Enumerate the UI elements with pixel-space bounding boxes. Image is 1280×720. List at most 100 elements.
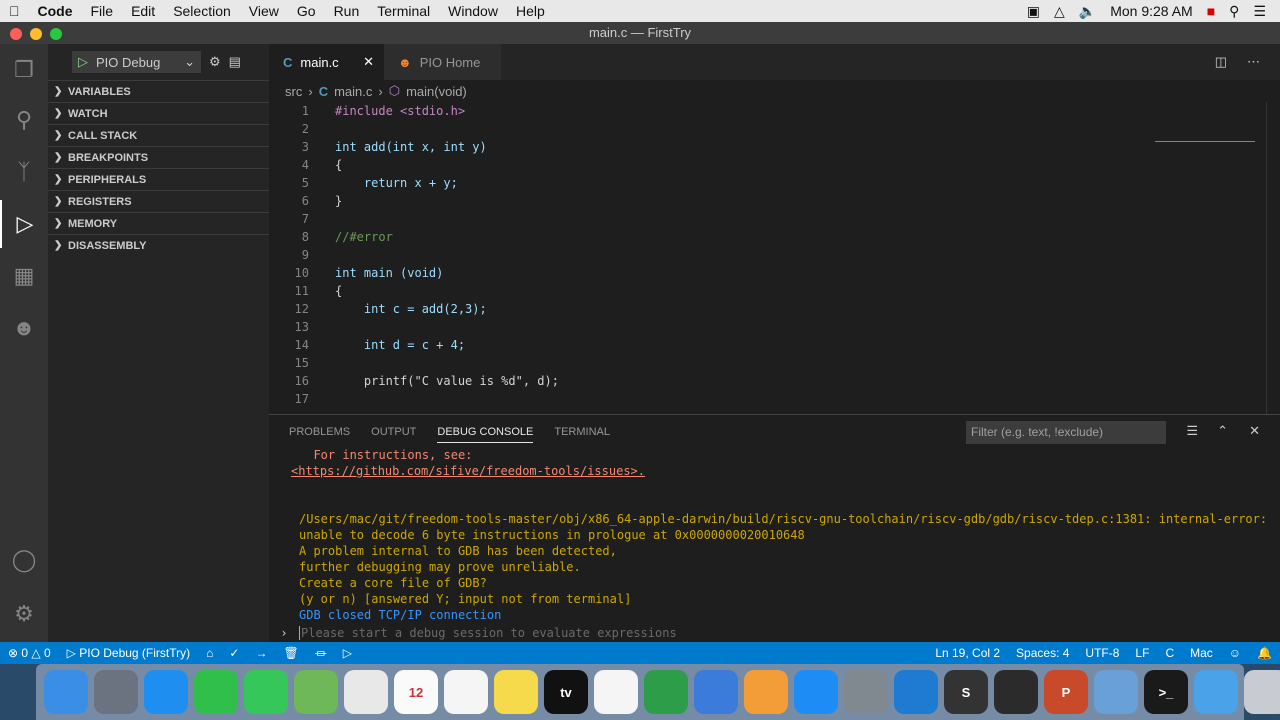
airplay-icon[interactable]: △	[1054, 3, 1065, 20]
section-peripherals[interactable]: ❯ PERIPHERALS	[48, 168, 269, 190]
close-icon[interactable]: ✕	[363, 54, 374, 70]
menu-terminal[interactable]: Terminal	[368, 3, 439, 19]
feedback-icon[interactable]: ☺	[1221, 646, 1249, 660]
more-actions-icon[interactable]: ⋯	[1247, 54, 1260, 70]
problems-status[interactable]: ⊗ 0 △ 0	[0, 646, 59, 660]
console-filter-input[interactable]: Filter (e.g. text, !exclude)	[966, 421, 1166, 444]
breadcrumb-file[interactable]: main.c	[334, 84, 372, 99]
editor-scrollbar[interactable]	[1266, 102, 1280, 414]
menu-run[interactable]: Run	[325, 3, 369, 19]
screen-mirroring-icon[interactable]: ▣	[1027, 3, 1040, 20]
spotlight-search-icon[interactable]: ⚲	[1229, 3, 1239, 20]
extensions-icon[interactable]: ▦	[0, 252, 48, 300]
dock-photos-icon[interactable]	[344, 670, 388, 714]
dock-keynote-icon[interactable]	[694, 670, 738, 714]
repl-input[interactable]: › Please start a debug session to evalua…	[269, 624, 1280, 642]
volume-icon[interactable]: 🔈	[1079, 3, 1096, 20]
dock-finder-icon[interactable]	[44, 670, 88, 714]
pio-clean-icon[interactable]: 🗑	[275, 646, 306, 660]
tab-terminal[interactable]: TERMINAL	[554, 426, 610, 438]
close-window-button[interactable]	[10, 28, 22, 40]
encoding[interactable]: UTF-8	[1077, 646, 1127, 660]
pio-upload-icon[interactable]: →	[247, 646, 275, 660]
minimap[interactable]	[1151, 102, 1266, 142]
section-disassembly[interactable]: ❯ DISASSEMBLY	[48, 234, 269, 256]
zoom-window-button[interactable]	[50, 28, 62, 40]
tab-main-c[interactable]: C main.c ✕	[269, 44, 384, 80]
section-registers[interactable]: ❯ REGISTERS	[48, 190, 269, 212]
debug-console-icon[interactable]: ▤	[229, 54, 241, 70]
dock-downloads-icon[interactable]	[1194, 670, 1238, 714]
platform[interactable]: Mac	[1182, 646, 1221, 660]
dock-launchpad-icon[interactable]	[94, 670, 138, 714]
section-call-stack[interactable]: ❯ CALL STACK	[48, 124, 269, 146]
dock-pages-icon[interactable]	[744, 670, 788, 714]
control-center-icon[interactable]: ☰	[1253, 3, 1266, 20]
dock-numbers-icon[interactable]	[644, 670, 688, 714]
source-control-icon[interactable]: ᛉ	[0, 148, 48, 196]
breadcrumb-symbol[interactable]: main(void)	[406, 84, 467, 99]
dock-reminders-icon[interactable]	[444, 670, 488, 714]
close-panel-icon[interactable]: ✕	[1249, 423, 1260, 439]
notifications-icon[interactable]: 🔔	[1249, 646, 1280, 660]
dock-messages-icon[interactable]	[244, 670, 288, 714]
menu-code[interactable]: Code	[29, 3, 82, 19]
section-breakpoints[interactable]: ❯ BREAKPOINTS	[48, 146, 269, 168]
dock-trash-icon[interactable]	[1244, 670, 1280, 714]
explorer-icon[interactable]: ❐	[0, 46, 48, 94]
run-debug-icon[interactable]: ▷	[0, 200, 48, 248]
search-icon[interactable]: ⚲	[0, 96, 48, 144]
minimize-window-button[interactable]	[30, 28, 42, 40]
settings-gear-icon[interactable]: ⚙	[0, 590, 48, 638]
language-mode[interactable]: C	[1157, 646, 1182, 660]
section-watch[interactable]: ❯ WATCH	[48, 102, 269, 124]
section-memory[interactable]: ❯ MEMORY	[48, 212, 269, 234]
line-ending[interactable]: LF	[1127, 646, 1157, 660]
start-debugging-icon[interactable]: ▷	[78, 54, 88, 70]
debug-config-select[interactable]: ▷ PIO Debug ⌄	[72, 51, 201, 73]
dock-preview-icon[interactable]	[1094, 670, 1138, 714]
dock-notes-icon[interactable]	[494, 670, 538, 714]
pio-serial-monitor-icon[interactable]: ⏛	[307, 645, 335, 662]
pio-terminal-icon[interactable]: ▷	[335, 646, 360, 660]
dock-tv-icon[interactable]: tv	[544, 670, 588, 714]
dock-terminal-icon[interactable]: >_	[1144, 670, 1188, 714]
tab-debug-console[interactable]: DEBUG CONSOLE	[437, 426, 534, 443]
menu-selection[interactable]: Selection	[164, 3, 240, 19]
input-source-flag-icon[interactable]: ■	[1207, 3, 1215, 19]
pio-home-icon[interactable]: ⌂	[198, 646, 221, 660]
dock-safari-icon[interactable]	[144, 670, 188, 714]
clear-console-icon[interactable]: ☰	[1186, 423, 1198, 439]
split-editor-icon[interactable]: ◫	[1215, 54, 1227, 70]
dock-news-icon[interactable]	[594, 670, 638, 714]
menu-help[interactable]: Help	[507, 3, 554, 19]
menu-go[interactable]: Go	[288, 3, 325, 19]
apple-icon[interactable]: 	[0, 3, 29, 19]
menu-window[interactable]: Window	[439, 3, 507, 19]
accounts-icon[interactable]: ◯	[0, 536, 48, 584]
menu-view[interactable]: View	[240, 3, 288, 19]
dock-facetime-icon[interactable]	[194, 670, 238, 714]
dock-app-store-icon[interactable]	[794, 670, 838, 714]
dock-vscode-icon[interactable]	[894, 670, 938, 714]
menu-edit[interactable]: Edit	[122, 3, 164, 19]
breadcrumb-folder[interactable]: src	[285, 84, 302, 99]
maximize-panel-icon[interactable]: ⌃	[1217, 423, 1228, 439]
cursor-position[interactable]: Ln 19, Col 2	[927, 646, 1008, 660]
pio-build-icon[interactable]: ✓	[221, 646, 247, 660]
gear-icon[interactable]: ⚙	[209, 54, 221, 70]
dock-system-preferences-icon[interactable]	[844, 670, 888, 714]
indentation[interactable]: Spaces: 4	[1008, 646, 1077, 660]
dock-calendar-icon[interactable]: 12	[394, 670, 438, 714]
menu-file[interactable]: File	[82, 3, 123, 19]
section-variables[interactable]: ❯ VARIABLES	[48, 80, 269, 102]
code-area[interactable]: 1 #include <stdio.h> 2 3 int add(int x, int …	[269, 102, 1280, 408]
platformio-icon[interactable]: ☻	[0, 304, 48, 352]
tab-problems[interactable]: PROBLEMS	[289, 426, 350, 438]
dock-sublime-icon[interactable]: S	[944, 670, 988, 714]
dock-quicktime-icon[interactable]	[994, 670, 1038, 714]
dock-maps-icon[interactable]	[294, 670, 338, 714]
dock-powerpoint-icon[interactable]: P	[1044, 670, 1088, 714]
clock[interactable]: Mon 9:28 AM	[1110, 3, 1193, 19]
tab-pio-home[interactable]: ☻ PIO Home	[384, 44, 501, 80]
